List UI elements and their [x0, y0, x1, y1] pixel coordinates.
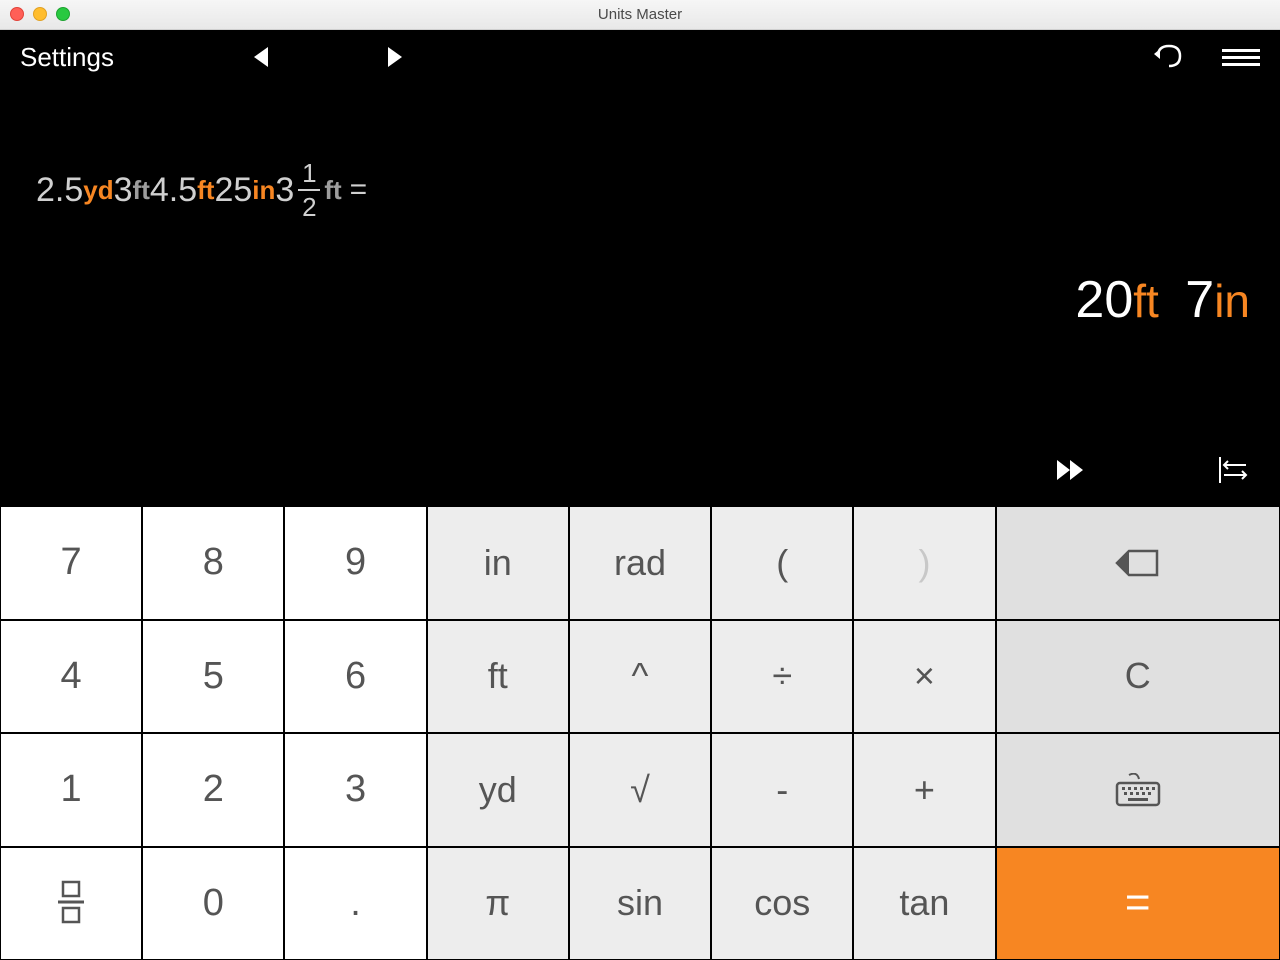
expr-token: 3 [275, 171, 294, 210]
display-footer [1056, 457, 1250, 488]
topbar-actions [1152, 42, 1260, 73]
key-4[interactable]: 4 [0, 620, 142, 734]
history-next-icon[interactable] [388, 47, 402, 67]
result-value: 20 [1075, 271, 1133, 329]
key-divide[interactable]: ÷ [711, 620, 853, 734]
undo-icon[interactable] [1152, 42, 1182, 73]
key-power[interactable]: ^ [569, 620, 711, 734]
expr-token: 3 [114, 171, 133, 210]
key-pi[interactable]: π [427, 847, 569, 960]
key-backspace[interactable] [996, 506, 1280, 620]
key-unit-ft[interactable]: ft [427, 620, 569, 734]
key-cos[interactable]: cos [711, 847, 853, 960]
key-unit-yd[interactable]: yd [427, 733, 569, 847]
swap-icon[interactable] [1216, 457, 1250, 488]
backspace-icon [1115, 548, 1161, 578]
expr-equals: = [350, 173, 368, 207]
menu-icon[interactable] [1222, 49, 1260, 66]
result-unit: ft [1133, 275, 1159, 327]
key-1[interactable]: 1 [0, 733, 142, 847]
display-topbar: Settings [20, 30, 1260, 84]
key-plus[interactable]: + [853, 733, 995, 847]
expr-token: ft [197, 175, 214, 206]
key-9[interactable]: 9 [284, 506, 426, 620]
expr-token: yd [83, 175, 113, 206]
fraction-numerator: 1 [302, 160, 316, 186]
history-prev-icon[interactable] [254, 47, 268, 67]
key-dot[interactable]: . [284, 847, 426, 960]
display-area: Settings 2.5 yd 3 ft 4.5 ft 25 in 3 [0, 30, 1280, 506]
key-5[interactable]: 5 [142, 620, 284, 734]
key-6[interactable]: 6 [284, 620, 426, 734]
key-equals[interactable]: = [996, 847, 1280, 960]
key-tan[interactable]: tan [853, 847, 995, 960]
fraction-bar [298, 189, 320, 191]
keyboard-icon [1115, 773, 1161, 807]
key-2[interactable]: 2 [142, 733, 284, 847]
minimize-icon[interactable] [33, 7, 47, 21]
expression-line: 2.5 yd 3 ft 4.5 ft 25 in 3 1 2 ft = [36, 160, 367, 220]
key-rparen[interactable]: ) [853, 506, 995, 620]
key-0[interactable]: 0 [142, 847, 284, 960]
key-keyboard[interactable] [996, 733, 1280, 847]
keypad: 7 8 9 in rad ( ) 4 5 6 ft ^ ÷ × C 1 2 3 … [0, 506, 1280, 960]
app-window: Units Master Settings 2.5 yd 3 ft 4.5 ft… [0, 0, 1280, 960]
key-fraction[interactable] [0, 847, 142, 960]
settings-button[interactable]: Settings [20, 42, 114, 73]
expr-fraction: 1 2 [298, 160, 320, 220]
expr-token: in [252, 175, 275, 206]
key-multiply[interactable]: × [853, 620, 995, 734]
key-unit-in[interactable]: in [427, 506, 569, 620]
expr-token: 2.5 [36, 171, 83, 210]
key-lparen[interactable]: ( [711, 506, 853, 620]
key-clear[interactable]: C [996, 620, 1280, 734]
fraction-icon [54, 880, 88, 926]
zoom-icon[interactable] [56, 7, 70, 21]
result-unit: in [1214, 275, 1250, 327]
expr-token: 4.5 [150, 171, 197, 210]
titlebar: Units Master [0, 0, 1280, 30]
expr-token: 25 [214, 171, 252, 210]
traffic-lights [10, 7, 70, 21]
result-value: 7 [1185, 271, 1214, 329]
key-rad[interactable]: rad [569, 506, 711, 620]
window-title: Units Master [598, 6, 682, 23]
fraction-denominator: 2 [302, 194, 316, 220]
history-nav [254, 47, 402, 67]
key-8[interactable]: 8 [142, 506, 284, 620]
expr-token: ft [133, 175, 150, 206]
close-icon[interactable] [10, 7, 24, 21]
key-3[interactable]: 3 [284, 733, 426, 847]
result-line: 20ft 7in [1075, 270, 1250, 330]
key-minus[interactable]: - [711, 733, 853, 847]
fast-forward-icon[interactable] [1056, 458, 1086, 487]
key-7[interactable]: 7 [0, 506, 142, 620]
key-sin[interactable]: sin [569, 847, 711, 960]
key-sqrt[interactable]: √ [569, 733, 711, 847]
expr-token: ft [324, 175, 341, 206]
